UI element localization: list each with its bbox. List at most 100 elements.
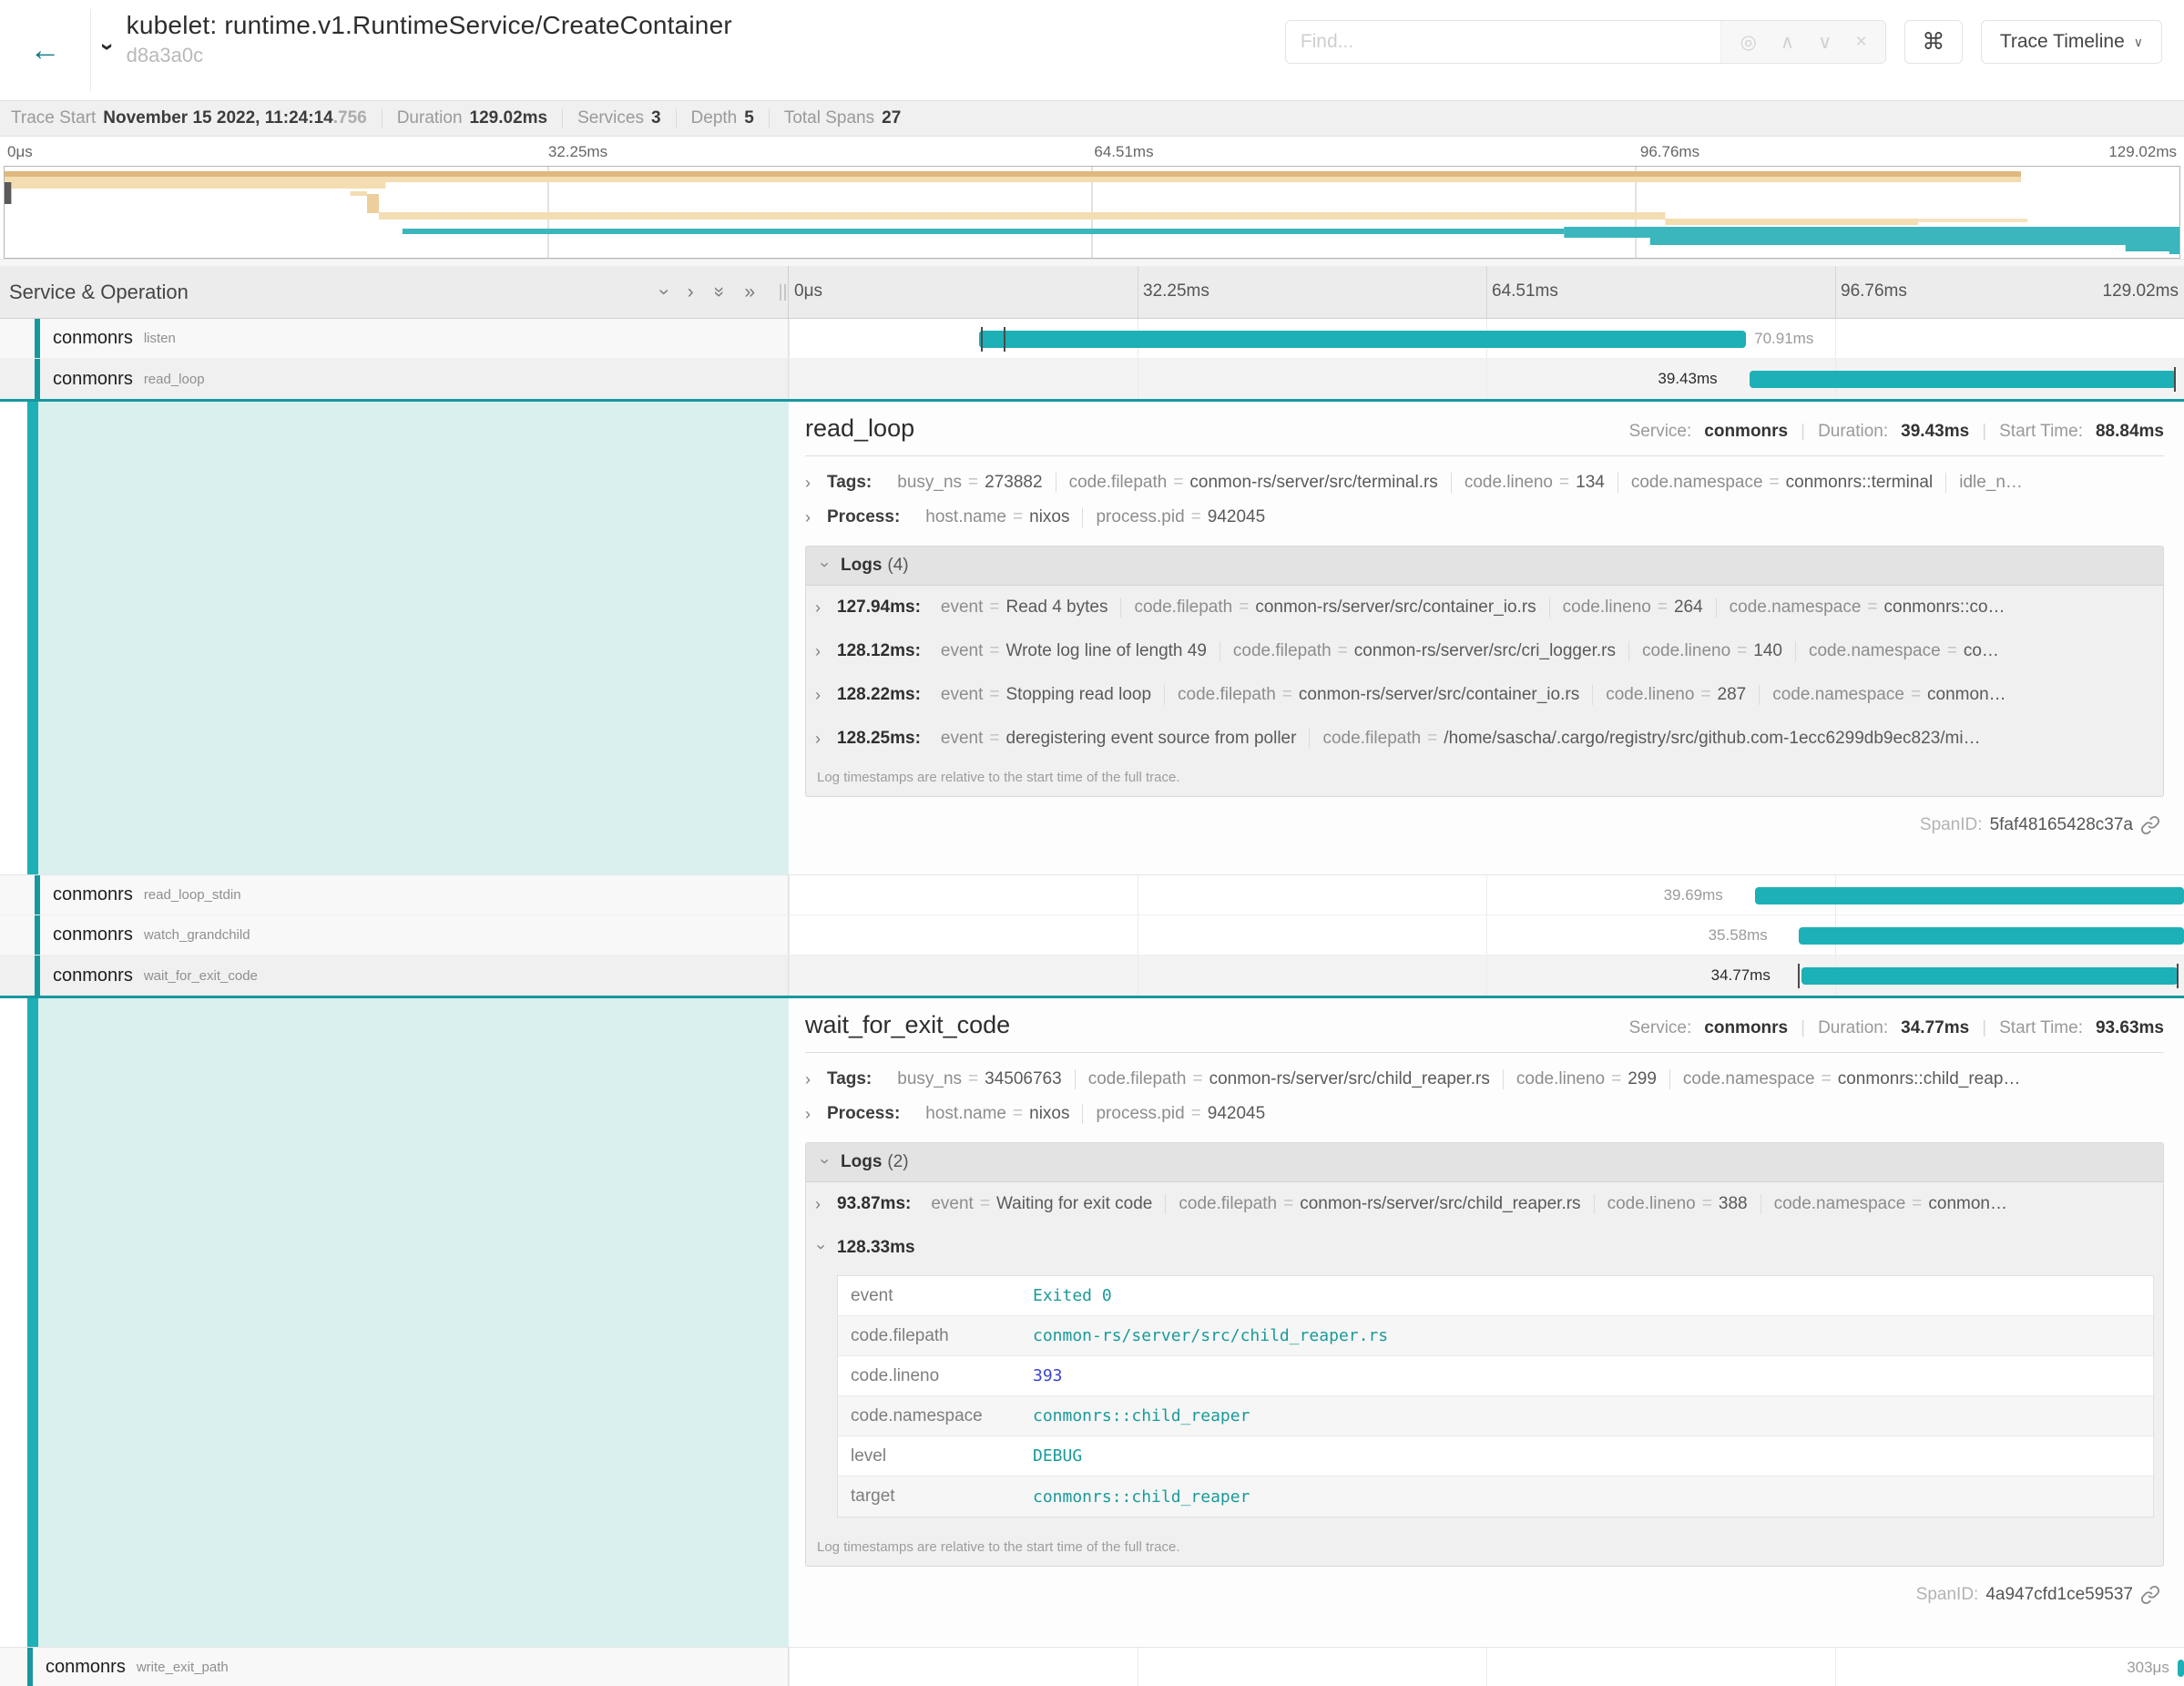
log-entry-expanded-header[interactable]: › 128.33ms [806, 1226, 2163, 1270]
log-entry[interactable]: › 127.94ms: event=Read 4 bytes code.file… [806, 586, 2163, 629]
span-name-cell[interactable]: conmonrs write_exit_path [0, 1648, 789, 1686]
span-bar-cell[interactable]: 34.77ms [789, 955, 2184, 996]
find-input[interactable] [1286, 21, 1721, 63]
process-value: 942045 [1208, 507, 1265, 527]
log-entry[interactable]: › 93.87ms: event=Waiting for exit code c… [806, 1182, 2163, 1226]
service-value: conmonrs [1704, 1018, 1788, 1038]
log-entry[interactable]: › 128.12ms: event=Wrote log line of leng… [806, 629, 2163, 673]
tags-accordion[interactable]: › Tags: busy_ns=273882 code.filepath=con… [805, 465, 2164, 500]
process-accordion[interactable]: › Process: host.name=nixos process.pid=9… [805, 500, 2164, 535]
tag-value: conmonrs::terminal [1786, 473, 1934, 493]
span-name-cell[interactable]: conmonrs watch_grandchild [0, 915, 789, 955]
span-bar[interactable] [1799, 927, 2184, 945]
span-row-wait-for-exit-code[interactable]: conmonrs wait_for_exit_code 34.77ms [0, 955, 2184, 998]
span-name-cell[interactable]: conmonrs wait_for_exit_code [0, 955, 789, 996]
column-resizer-handle[interactable] [780, 284, 786, 301]
collapse-controls: › › » » [661, 282, 755, 301]
span-row-read-loop-stdin[interactable]: conmonrs read_loop_stdin 39.69ms [0, 875, 2184, 915]
span-bar[interactable] [1750, 371, 2176, 388]
service-color-strip [35, 319, 40, 358]
tags-accordion[interactable]: › Tags: busy_ns=34506763 code.filepath=c… [805, 1062, 2164, 1097]
service-operation-header: Service & Operation › › » » [0, 266, 789, 318]
logs-label: Logs [841, 1152, 882, 1172]
process-key: host.name [925, 1104, 1006, 1124]
span-name-cell[interactable]: conmonrs read_loop_stdin [0, 875, 789, 915]
chevron-right-icon: › [805, 474, 818, 493]
span-bar-cell[interactable]: 35.58ms [789, 915, 2184, 955]
service-name: conmonrs [46, 1657, 126, 1678]
logs-accordion-header[interactable]: › Logs (4) [806, 547, 2163, 586]
clear-find-icon[interactable]: × [1856, 31, 1867, 53]
span-name-cell[interactable]: conmonrs read_loop [0, 359, 789, 399]
span-row-write-exit-path[interactable]: conmonrs write_exit_path 303μs [0, 1648, 2184, 1686]
services-value: 3 [651, 108, 661, 128]
log-timestamp: 128.22ms: [837, 685, 921, 705]
expand-one-icon[interactable]: › [688, 282, 694, 301]
span-duration: 34.77ms [1711, 966, 1771, 985]
span-name-cell[interactable]: conmonrs listen [0, 319, 789, 358]
service-operation-title: Service & Operation [9, 281, 189, 304]
span-bar-cell[interactable]: 303μs [789, 1648, 2184, 1686]
field-key: target [851, 1487, 1033, 1507]
trace-view-selector[interactable]: Trace Timeline ∨ [1981, 20, 2162, 64]
log-marker [2174, 367, 2176, 392]
operation-name: read_loop_stdin [144, 887, 241, 903]
logs-accordion-header[interactable]: › Logs (2) [806, 1143, 2163, 1182]
expand-all-icon[interactable]: » [744, 282, 755, 301]
copy-link-icon[interactable] [2140, 1585, 2160, 1605]
span-row-read-loop[interactable]: conmonrs read_loop 39.43ms [0, 359, 2184, 402]
tick-label: 0μs [794, 281, 822, 301]
log-entry[interactable]: › 128.25ms: event=deregistering event so… [806, 717, 2163, 761]
table-row: code.lineno 393 [838, 1356, 2153, 1396]
target-icon[interactable]: ◎ [1740, 31, 1756, 54]
field-value: conmon-rs/server/src/child_reaper.rs [1033, 1326, 1388, 1345]
span-bar-cell[interactable]: 70.91ms [789, 319, 2184, 358]
span-bar[interactable] [979, 331, 1746, 348]
service-color-strip [35, 915, 40, 955]
log-entry[interactable]: › 128.22ms: event=Stopping read loop cod… [806, 673, 2163, 717]
copy-link-icon[interactable] [2140, 815, 2160, 835]
logs-footer-note: Log timestamps are relative to the start… [806, 1530, 2163, 1566]
timeline-header-row: Service & Operation › › » » 0μs 32.25ms … [0, 266, 2184, 319]
collapse-all-icon[interactable]: » [709, 287, 729, 298]
log-timestamp: 128.25ms: [837, 729, 921, 749]
chevron-down-icon[interactable]: › [94, 43, 122, 51]
span-bar[interactable] [1801, 967, 2178, 985]
operation-name: watch_grandchild [144, 927, 250, 943]
service-name: conmonrs [53, 369, 133, 390]
table-row: event Exited 0 [838, 1276, 2153, 1316]
back-button[interactable]: ← [30, 35, 61, 66]
operation-name: listen [144, 331, 176, 346]
collapse-one-icon[interactable]: › [655, 289, 674, 295]
prev-match-icon[interactable]: ∧ [1781, 31, 1794, 54]
depth-value: 5 [744, 108, 754, 128]
next-match-icon[interactable]: ∨ [1818, 31, 1832, 54]
span-duration: 303μs [2127, 1659, 2169, 1677]
log-timestamp: 127.94ms: [837, 598, 921, 618]
title-block: kubelet: runtime.v1.RuntimeService/Creat… [127, 11, 732, 67]
operation-name: write_exit_path [137, 1660, 229, 1675]
service-color-strip [27, 1648, 33, 1686]
span-row-listen[interactable]: conmonrs listen 70.91ms [0, 319, 2184, 359]
trace-minimap[interactable] [4, 166, 2180, 259]
field-value: conmonrs::child_reaper [1033, 1487, 1250, 1507]
span-bar-cell[interactable]: 39.69ms [789, 875, 2184, 915]
span-bar[interactable] [2178, 1660, 2184, 1677]
process-key: process.pid [1096, 1104, 1184, 1124]
chevron-down-icon: › [815, 561, 834, 574]
log-timestamp: 128.33ms [837, 1238, 915, 1258]
tick-label: 32.25ms [1143, 281, 1209, 301]
chevron-right-icon: › [815, 730, 828, 749]
process-label: Process: [827, 507, 900, 527]
tick-label: 96.76ms [1841, 281, 1907, 301]
keyboard-shortcuts-button[interactable]: ⌘ [1904, 20, 1963, 64]
total-spans-label: Total Spans [784, 108, 874, 128]
span-row-watch-grandchild[interactable]: conmonrs watch_grandchild 35.58ms [0, 915, 2184, 955]
span-bar-cell[interactable]: 39.43ms [789, 359, 2184, 399]
span-duration: 39.69ms [1664, 886, 1723, 904]
span-bar[interactable] [1755, 887, 2184, 904]
logs-count: (2) [887, 1152, 908, 1172]
tags-label: Tags: [827, 473, 872, 493]
process-accordion[interactable]: › Process: host.name=nixos process.pid=9… [805, 1097, 2164, 1131]
service-color-strip [27, 402, 38, 874]
